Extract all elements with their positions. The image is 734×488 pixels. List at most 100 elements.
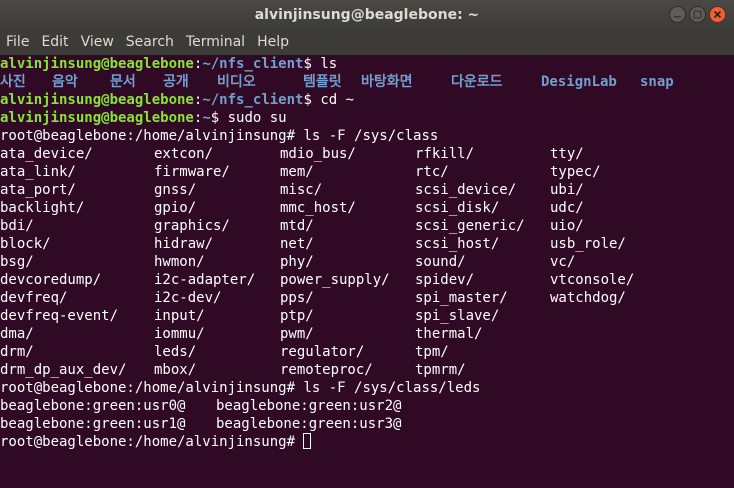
terminal-window: alvinjinsung@beaglebone: ~ File Edit Vie… [0, 0, 734, 488]
class-entry: pwm/ [280, 326, 314, 342]
listing-row: drm_dp_aux_dev/mbox/remoteproc/tpmrm/ [0, 361, 734, 379]
class-entry: scsi_host/ [415, 236, 500, 252]
class-entry: bdi/ [0, 218, 34, 234]
text-cursor [303, 433, 312, 449]
class-entry: scsi_disk/ [415, 200, 500, 216]
dir-entry: snap [640, 74, 674, 90]
class-entry: drm/ [0, 344, 34, 360]
close-button[interactable] [709, 6, 726, 23]
class-entry: ata_link/ [0, 164, 76, 180]
listing-row: ata_link/firmware/mem/rtc/typec/ [0, 163, 734, 181]
dir-entry: 음악 [52, 74, 78, 90]
sys-class-listing: ata_device/extcon/mdio_bus/rfkill/tty/at… [0, 145, 734, 379]
dir-entry: 문서 [110, 74, 136, 90]
root-prompt: root@beaglebone:/home/alvinjinsung# [0, 128, 304, 144]
menu-file[interactable]: File [0, 30, 35, 55]
listing-row: ata_device/extcon/mdio_bus/rfkill/tty/ [0, 145, 734, 163]
listing-row: block/hidraw/net/scsi_host/usb_role/ [0, 235, 734, 253]
prompt-userhost: alvinjinsung@beaglebone [0, 56, 194, 72]
ls-output-line: 사진 음악 문서 공개 비디오 템플릿 바탕화면 다운로드 DesignLab … [0, 73, 734, 91]
menu-terminal[interactable]: Terminal [180, 30, 251, 55]
class-entry: hidraw/ [154, 236, 214, 252]
class-entry: sound/ [415, 254, 466, 270]
class-entry: typec/ [550, 164, 601, 180]
class-entry: devfreq/ [0, 290, 68, 306]
class-entry: mbox/ [154, 362, 197, 378]
menu-help[interactable]: Help [251, 30, 295, 55]
command-text: cd ~ [320, 92, 355, 108]
window-title: alvinjinsung@beaglebone: ~ [254, 7, 480, 23]
class-entry: spidev/ [415, 272, 475, 288]
prompt-path: ~/nfs_client [202, 56, 304, 72]
window-controls [669, 6, 726, 23]
menu-search[interactable]: Search [120, 30, 180, 55]
listing-row: beaglebone:green:usr0@ beaglebone:green:u… [0, 397, 734, 415]
menu-view[interactable]: View [75, 30, 120, 55]
class-entry: ptp/ [280, 308, 314, 324]
prompt-path: ~ [202, 110, 211, 126]
dir-entry: 다운로드 [451, 74, 503, 90]
class-entry: block/ [0, 236, 51, 252]
command-text: ls -F /sys/class [303, 128, 439, 144]
class-entry: uio/ [550, 218, 584, 234]
listing-row: devfreq-event/input/ptp/spi_slave/ [0, 307, 734, 325]
terminal-line: root@beaglebone:/home/alvinjinsung# [0, 433, 734, 451]
class-entry: extcon/ [154, 146, 214, 162]
class-entry: mtd/ [280, 218, 314, 234]
class-entry: udc/ [550, 200, 584, 216]
listing-row: beaglebone:green:usr1@ beaglebone:green:u… [0, 415, 734, 433]
prompt-path: ~/nfs_client [202, 92, 304, 108]
class-entry: rfkill/ [415, 146, 475, 162]
class-entry: spi_slave/ [415, 308, 500, 324]
command-text: ls -F /sys/class/leds [303, 380, 481, 396]
led-entry: beaglebone:green:usr2@ [216, 398, 402, 414]
leds-listing: beaglebone:green:usr0@ beaglebone:green:u… [0, 397, 734, 433]
dir-entry: 바탕화면 [361, 74, 413, 90]
class-entry: misc/ [280, 182, 323, 198]
class-entry: backlight/ [0, 200, 85, 216]
class-entry: power_supply/ [280, 272, 390, 288]
close-icon [713, 10, 722, 19]
listing-row: ata_port/gnss/misc/scsi_device/ubi/ [0, 181, 734, 199]
class-entry: hwmon/ [154, 254, 205, 270]
terminal-line: root@beaglebone:/home/alvinjinsung# ls -… [0, 127, 734, 145]
class-entry: ata_device/ [0, 146, 93, 162]
listing-row: devcoredump/i2c-adapter/power_supply/spi… [0, 271, 734, 289]
class-entry: tpm/ [415, 344, 449, 360]
class-entry: vtconsole/ [550, 272, 635, 288]
led-entry: beaglebone:green:usr3@ [216, 416, 402, 432]
prompt-end: $ [303, 56, 321, 72]
class-entry: rtc/ [415, 164, 449, 180]
class-entry: gnss/ [154, 182, 197, 198]
minimize-icon [674, 16, 681, 18]
listing-row: backlight/gpio/mmc_host/scsi_disk/udc/ [0, 199, 734, 217]
listing-row: bdi/graphics/mtd/scsi_generic/uio/ [0, 217, 734, 235]
dir-entry: DesignLab [541, 74, 617, 90]
menu-edit[interactable]: Edit [35, 30, 74, 55]
class-entry: ata_port/ [0, 182, 76, 198]
led-entry: beaglebone:green:usr0@ [0, 398, 186, 414]
class-entry: drm_dp_aux_dev/ [0, 362, 127, 378]
title-bar[interactable]: alvinjinsung@beaglebone: ~ [0, 0, 734, 30]
class-entry: pps/ [280, 290, 314, 306]
dir-entry: 비디오 [217, 74, 256, 90]
maximize-icon [693, 10, 702, 19]
class-entry: tty/ [550, 146, 584, 162]
terminal-output[interactable]: alvinjinsung@beaglebone:~/nfs_client$ ls… [0, 55, 734, 488]
minimize-button[interactable] [669, 6, 686, 23]
class-entry: bsg/ [0, 254, 34, 270]
class-entry: graphics/ [154, 218, 230, 234]
class-entry: scsi_device/ [415, 182, 517, 198]
class-entry: firmware/ [154, 164, 230, 180]
class-entry: phy/ [280, 254, 314, 270]
root-prompt: root@beaglebone:/home/alvinjinsung# [0, 380, 304, 396]
menu-bar: File Edit View Search Terminal Help [0, 30, 734, 55]
class-entry: mdio_bus/ [280, 146, 356, 162]
terminal-line: alvinjinsung@beaglebone:~/nfs_client$ cd… [0, 91, 734, 109]
class-entry: watchdog/ [550, 290, 626, 306]
class-entry: iommu/ [154, 326, 205, 342]
class-entry: ubi/ [550, 182, 584, 198]
maximize-button[interactable] [689, 6, 706, 23]
class-entry: mmc_host/ [280, 200, 356, 216]
terminal-line: root@beaglebone:/home/alvinjinsung# ls -… [0, 379, 734, 397]
